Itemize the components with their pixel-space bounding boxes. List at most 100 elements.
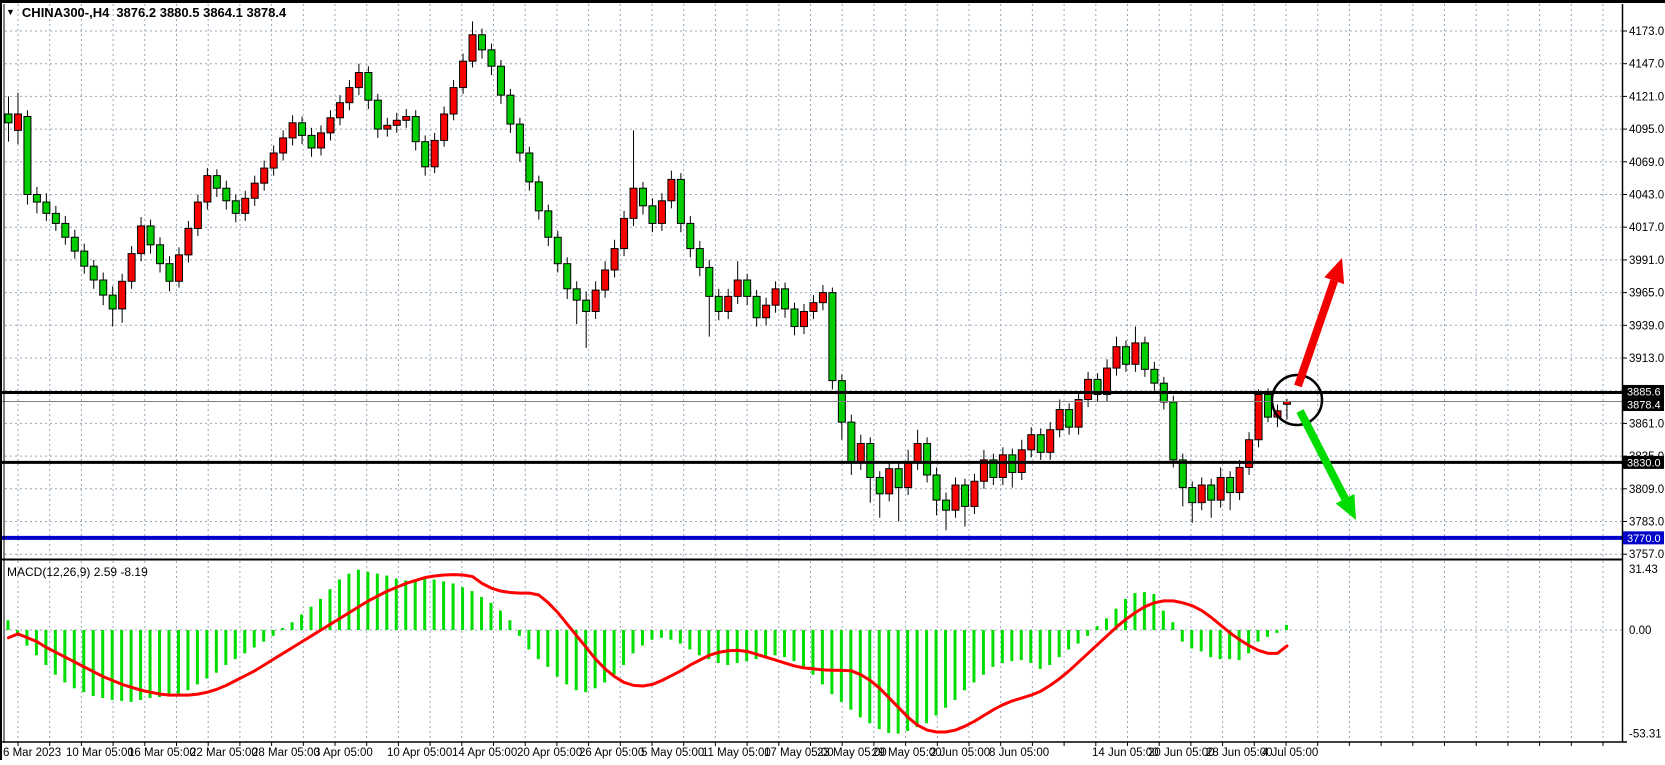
macd-histogram-bar xyxy=(1285,625,1288,630)
macd-histogram-bar xyxy=(537,630,540,659)
candle-down xyxy=(943,500,950,510)
macd-histogram-bar xyxy=(1275,630,1278,633)
time-label: 4 Jul 05:00 xyxy=(1262,747,1318,759)
candle-up xyxy=(886,469,893,494)
candle-up xyxy=(384,125,391,129)
symbol-dropdown-icon[interactable]: ▼ xyxy=(6,8,15,17)
bullish-arrow[interactable] xyxy=(1298,281,1334,386)
macd-histogram-bar xyxy=(82,630,85,692)
candle-up xyxy=(1132,343,1139,364)
macd-histogram-bar xyxy=(73,630,76,688)
price-tick-label: 3939.0 xyxy=(1629,320,1664,332)
price-tick-label: 4095.0 xyxy=(1629,124,1664,136)
macd-histogram-bar xyxy=(376,574,379,630)
macd-histogram-bar xyxy=(1010,630,1013,661)
time-label: 8 Jun 05:00 xyxy=(989,747,1049,759)
macd-histogram-bar xyxy=(177,630,180,694)
macd-histogram-bar xyxy=(1152,594,1155,630)
macd-histogram-bar xyxy=(101,630,104,698)
price-tick-label: 3809.0 xyxy=(1629,484,1664,496)
candle-down xyxy=(157,245,164,264)
macd-histogram-bar xyxy=(878,630,881,729)
time-label: 3 Apr 05:00 xyxy=(314,747,373,759)
candle-down xyxy=(554,237,561,263)
macd-signal-line xyxy=(9,575,1287,732)
candle-up xyxy=(1047,430,1054,453)
candle-down xyxy=(488,50,495,66)
macd-histogram-bar xyxy=(613,630,616,675)
candle-down xyxy=(696,249,703,268)
macd-histogram-bar xyxy=(281,628,284,630)
time-label: 26 Apr 05:00 xyxy=(579,747,644,759)
candle-up xyxy=(621,218,628,248)
candle-down xyxy=(5,114,12,123)
macd-histogram-bar xyxy=(584,630,587,692)
macd-histogram-bar xyxy=(442,581,445,630)
macd-histogram-bar xyxy=(650,630,653,640)
macd-histogram-bar xyxy=(92,630,95,696)
candle-up xyxy=(327,118,334,133)
candle-down xyxy=(52,213,59,223)
macd-histogram-bar xyxy=(897,630,900,734)
candle-up xyxy=(393,120,400,125)
macd-histogram-bar xyxy=(452,583,455,630)
candle-down xyxy=(90,266,97,280)
macd-histogram-bar xyxy=(319,599,322,630)
macd-histogram-bar xyxy=(224,630,227,665)
candle-down xyxy=(782,289,789,309)
macd-histogram-bar xyxy=(423,578,426,630)
price-label-text: 3878.4 xyxy=(1627,400,1661,412)
macd-histogram-bar xyxy=(669,630,672,640)
candle-down xyxy=(422,142,429,167)
candle-down xyxy=(479,35,486,50)
macd-scale-label: -53.31 xyxy=(1629,729,1662,741)
time-label: 11 May 05:00 xyxy=(702,747,771,759)
macd-histogram-bar xyxy=(480,597,483,630)
candle-up xyxy=(119,281,126,309)
macd-histogram-bar xyxy=(622,630,625,665)
candle-down xyxy=(507,95,514,124)
price-tick-label: 4121.0 xyxy=(1629,91,1664,103)
candle-up xyxy=(810,303,817,312)
macd-histogram-bar xyxy=(1029,630,1032,663)
candle-up xyxy=(734,280,741,296)
macd-histogram-bar xyxy=(243,630,246,653)
macd-histogram-bar xyxy=(575,630,578,690)
candle-up xyxy=(971,481,978,506)
macd-histogram-bar xyxy=(1086,630,1089,636)
macd-histogram-bar xyxy=(527,630,530,649)
price-label-text: 3885.6 xyxy=(1627,386,1661,398)
price-tick-label: 3861.0 xyxy=(1629,418,1664,430)
candle-down xyxy=(848,422,855,462)
time-label: 16 Mar 05:00 xyxy=(128,747,196,759)
time-label: 22 Mar 05:00 xyxy=(190,747,258,759)
time-label: 28 Mar 05:00 xyxy=(252,747,320,759)
candle-up xyxy=(602,270,609,290)
candle-down xyxy=(223,188,230,201)
candle-down xyxy=(1151,369,1158,383)
bullish-arrow-head[interactable] xyxy=(1324,258,1344,284)
candle-up xyxy=(658,201,665,224)
macd-histogram-bar xyxy=(632,630,635,653)
macd-histogram-bar xyxy=(1096,626,1099,630)
macd-histogram-bar xyxy=(935,630,938,715)
candle-down xyxy=(308,135,315,148)
macd-histogram-bar xyxy=(698,630,701,655)
macd-histogram-bar xyxy=(1257,630,1260,642)
chart-canvas[interactable]: 4173.04147.04121.04095.04069.04043.04017… xyxy=(0,0,1665,765)
bearish-arrow[interactable] xyxy=(1300,411,1345,499)
candle-down xyxy=(497,66,504,95)
macd-histogram-bar xyxy=(1171,622,1174,630)
price-tick-label: 4147.0 xyxy=(1629,59,1664,71)
macd-histogram-bar xyxy=(338,579,341,630)
candle-up xyxy=(772,289,779,305)
candle-down xyxy=(299,123,306,136)
macd-histogram-bar xyxy=(385,576,388,630)
candle-down xyxy=(876,477,883,493)
candle-up xyxy=(1056,410,1063,430)
candle-down xyxy=(924,444,931,475)
candle-down xyxy=(81,251,88,266)
macd-scale-label: 31.43 xyxy=(1629,564,1658,576)
candle-down xyxy=(43,202,50,213)
candle-up xyxy=(914,444,921,463)
